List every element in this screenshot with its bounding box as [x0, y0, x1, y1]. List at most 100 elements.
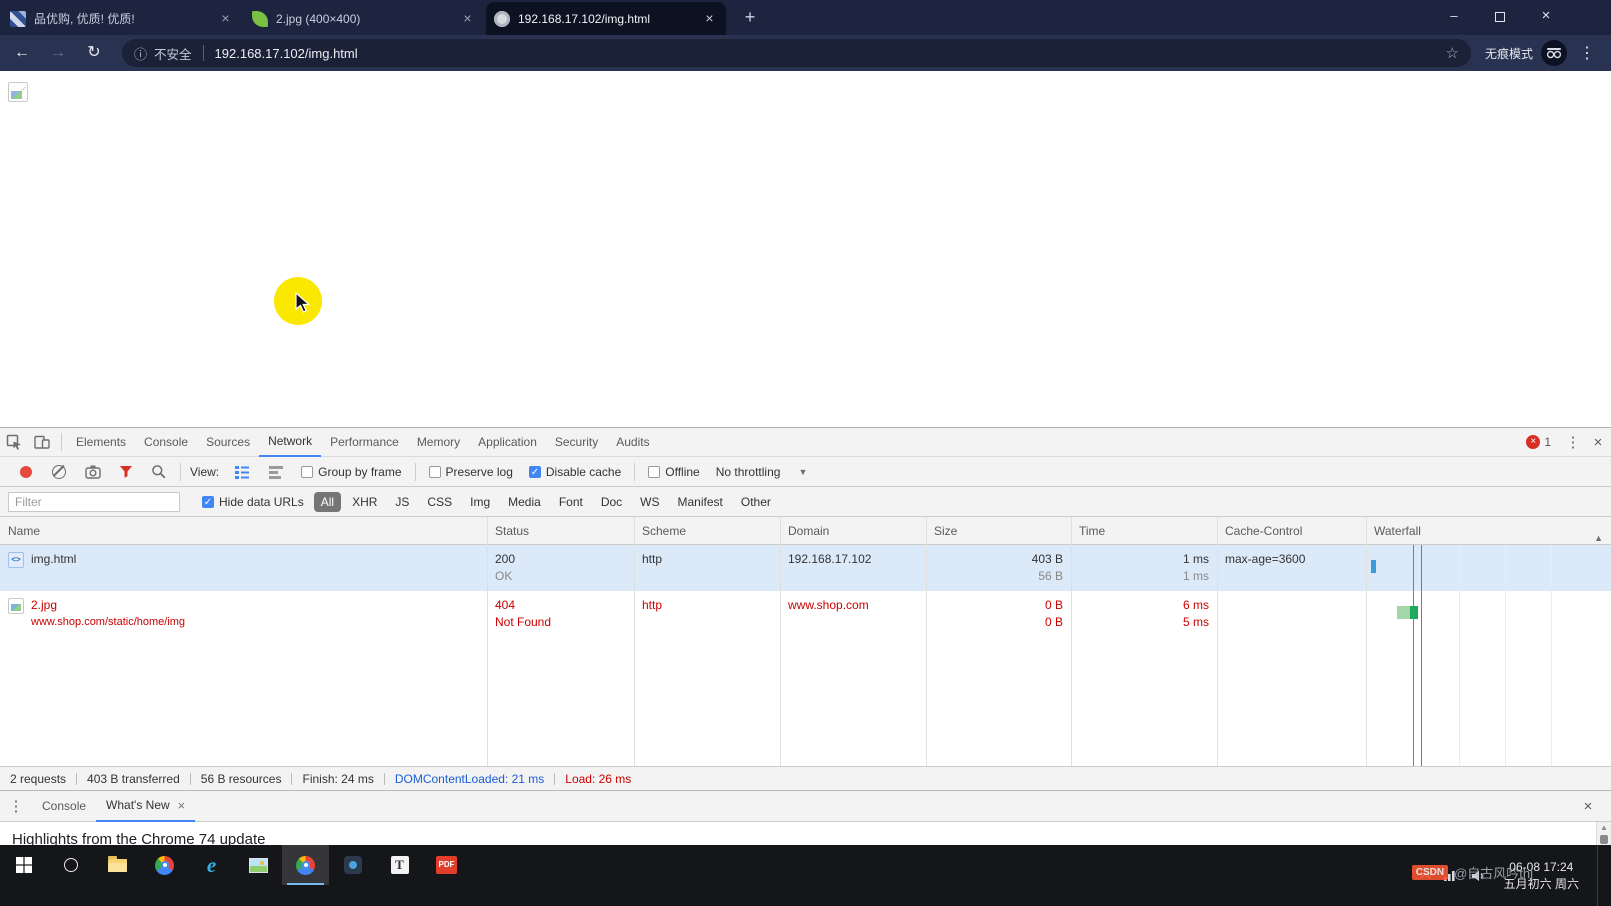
clear-icon[interactable] — [52, 465, 66, 479]
tab-security[interactable]: Security — [546, 428, 607, 457]
window-close-button[interactable] — [1523, 0, 1569, 33]
view-overview-icon[interactable] — [268, 465, 284, 479]
browser-tab-pinyougou[interactable]: 品优购, 优质! 优质! — [2, 2, 242, 35]
filter-pill-media[interactable]: Media — [501, 492, 548, 512]
throttling-dropdown[interactable]: No throttling — [716, 465, 808, 479]
forward-button[interactable] — [44, 39, 72, 67]
filter-pill-xhr[interactable]: XHR — [345, 492, 384, 512]
filter-pill-img[interactable]: Img — [463, 492, 497, 512]
checkbox-unchecked — [301, 466, 313, 478]
time-total: 6 ms — [1079, 597, 1209, 614]
col-time[interactable]: Time — [1071, 524, 1217, 538]
browser-tab-strip: 品优购, 优质! 优质! 2.jpg (400×400) 192.168.17.… — [0, 0, 1611, 35]
drawer-tab-console[interactable]: Console — [32, 791, 96, 822]
drawer-tab-label: What's New — [106, 791, 170, 820]
browser-tab-imghtml[interactable]: 192.168.17.102/img.html — [486, 2, 726, 35]
filter-pill-js[interactable]: JS — [388, 492, 416, 512]
col-cache-control[interactable]: Cache-Control — [1217, 524, 1366, 538]
tab-performance[interactable]: Performance — [321, 428, 408, 457]
devtools-menu-icon[interactable] — [1561, 433, 1585, 451]
tab-close-icon[interactable] — [217, 10, 234, 27]
waterfall-bar — [1371, 560, 1376, 573]
taskbar-file-explorer[interactable] — [94, 845, 141, 885]
browser-tab-2jpg[interactable]: 2.jpg (400×400) — [244, 2, 484, 35]
scrollbar-thumb[interactable] — [1600, 835, 1608, 844]
tab-console[interactable]: Console — [135, 428, 197, 457]
group-by-frame-checkbox[interactable]: Group by frame — [301, 465, 401, 479]
taskbar-browser[interactable] — [141, 845, 188, 885]
filter-input[interactable] — [8, 492, 180, 512]
filter-pill-all[interactable]: All — [314, 492, 341, 512]
col-domain[interactable]: Domain — [780, 524, 926, 538]
minimize-button[interactable] — [1431, 0, 1477, 33]
checkbox-label: Preserve log — [446, 465, 513, 479]
hide-data-urls-checkbox[interactable]: Hide data URLs — [202, 495, 304, 509]
drawer-close-icon[interactable] — [1573, 798, 1603, 815]
taskbar-chrome-active[interactable] — [282, 845, 329, 885]
preserve-log-checkbox[interactable]: Preserve log — [429, 465, 513, 479]
request-row-2jpg[interactable]: 2.jpg www.shop.com/static/home/img 404 N… — [0, 591, 1611, 637]
devtools-close-icon[interactable] — [1585, 434, 1611, 451]
filter-pill-ws[interactable]: WS — [633, 492, 666, 512]
table-header: Name Status Scheme Domain Size Time Cach… — [0, 517, 1611, 545]
taskbar-pdf-reader[interactable] — [423, 845, 470, 885]
screenshot-camera-icon[interactable] — [85, 465, 101, 479]
tab-network[interactable]: Network — [259, 428, 321, 457]
tab-close-icon[interactable] — [178, 791, 186, 820]
url-text[interactable]: 192.168.17.102/img.html — [215, 46, 358, 61]
col-name[interactable]: Name — [0, 524, 487, 538]
inspect-element-icon[interactable] — [0, 428, 28, 456]
tab-close-icon[interactable] — [459, 10, 476, 27]
tab-memory[interactable]: Memory — [408, 428, 469, 457]
request-row-imghtml[interactable]: img.html 200 OK http 192.168.17.102 403 … — [0, 545, 1611, 591]
drawer-tab-whats-new[interactable]: What's New — [96, 791, 195, 822]
taskbar-typora[interactable] — [376, 845, 423, 885]
view-small-rows-icon[interactable] — [234, 465, 250, 479]
address-bar[interactable]: 不安全 192.168.17.102/img.html — [122, 39, 1471, 67]
pdf-icon — [436, 856, 457, 874]
record-button[interactable] — [20, 466, 32, 478]
security-label[interactable]: 不安全 — [154, 44, 192, 63]
disable-cache-checkbox[interactable]: Disable cache — [529, 465, 621, 479]
tab-sources[interactable]: Sources — [197, 428, 259, 457]
filter-pill-other[interactable]: Other — [734, 492, 778, 512]
taskbar-search-button[interactable] — [47, 845, 94, 885]
col-size[interactable]: Size — [926, 524, 1071, 538]
filter-funnel-icon[interactable] — [119, 465, 133, 478]
filter-pill-font[interactable]: Font — [552, 492, 590, 512]
start-button[interactable] — [0, 845, 47, 885]
taskbar-internet-explorer[interactable] — [188, 845, 235, 885]
bookmark-star-icon[interactable] — [1446, 44, 1459, 62]
chrome-icon — [296, 856, 315, 875]
back-button[interactable] — [8, 39, 36, 67]
filter-pill-manifest[interactable]: Manifest — [671, 492, 730, 512]
offline-checkbox[interactable]: Offline — [648, 465, 699, 479]
info-icon[interactable] — [134, 44, 147, 63]
drawer-menu-icon[interactable] — [0, 797, 32, 815]
browser-menu-icon[interactable] — [1575, 43, 1599, 63]
new-tab-button[interactable] — [736, 4, 764, 32]
scrollbar[interactable] — [1596, 822, 1611, 846]
tab-elements[interactable]: Elements — [67, 428, 135, 457]
filter-pill-css[interactable]: CSS — [420, 492, 459, 512]
taskbar-photo-viewer[interactable] — [235, 845, 282, 885]
device-toolbar-icon[interactable] — [28, 428, 56, 456]
screen: 品优购, 优质! 优质! 2.jpg (400×400) 192.168.17.… — [0, 0, 1611, 906]
show-desktop-button[interactable] — [1597, 845, 1603, 906]
maximize-button[interactable] — [1477, 0, 1523, 33]
col-status[interactable]: Status — [487, 524, 634, 538]
divider — [634, 463, 635, 481]
taskbar-recorder-app[interactable] — [329, 845, 376, 885]
incognito-avatar-icon[interactable] — [1541, 40, 1567, 66]
col-scheme[interactable]: Scheme — [634, 524, 780, 538]
tab-application[interactable]: Application — [469, 428, 546, 457]
tab-audits[interactable]: Audits — [607, 428, 658, 457]
col-waterfall[interactable]: Waterfall — [1366, 524, 1611, 538]
reload-button[interactable] — [80, 39, 108, 67]
filter-pill-doc[interactable]: Doc — [594, 492, 629, 512]
checkbox-label: Hide data URLs — [219, 495, 304, 509]
error-count-badge[interactable]: 1 — [1526, 435, 1551, 449]
search-icon[interactable] — [151, 464, 166, 479]
scroll-up-icon[interactable] — [1597, 822, 1611, 834]
tab-close-icon[interactable] — [701, 10, 718, 27]
